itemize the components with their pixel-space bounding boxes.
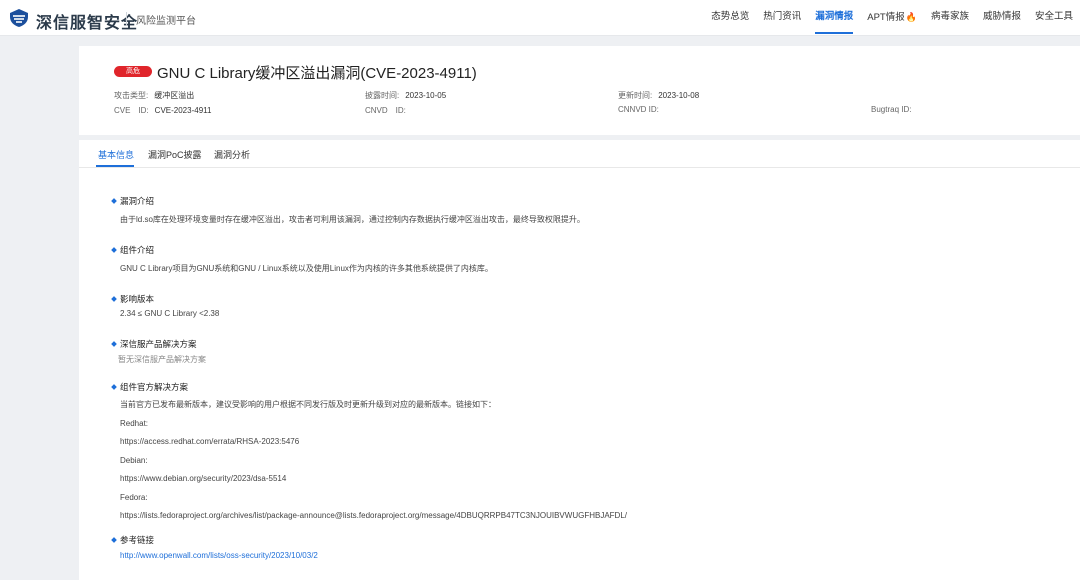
meta-attack-type: 攻击类型: 缓冲区溢出 [114,90,194,101]
nav-label: 态势总览 [711,11,750,22]
bullet-diamond-icon [111,537,117,543]
meta-label: 攻击类型: [114,91,149,100]
section-title: 深信服产品解决方案 [111,338,206,350]
section-body: GNU C Library项目为GNU系统和GNU / Linux系统以及使用L… [120,264,493,273]
solution-text: 当前官方已发布最新版本，建议受影响的用户根据不同发行版及时更新升级到对应的最新版… [120,400,496,409]
meta-cnnvd-id: CNNVD ID: [618,105,665,114]
section-title: 影响版本 [111,293,219,305]
meta-bugtraq-id: Bugtraq ID: [871,105,917,114]
section-body: 暂无深信服产品解决方案 [118,355,206,364]
section-sangfor-solution: 深信服产品解决方案 暂无深信服产品解决方案 [111,338,206,365]
section-body: 由于ld.so库在处理环境变量时存在缓冲区溢出，攻击者可利用该漏洞，通过控制内存… [120,215,585,224]
tab-vuln-analysis[interactable]: 漏洞分析 [214,148,250,161]
distro-label: Fedora: [120,492,148,502]
distro-label: Redhat: [120,418,149,428]
section-title: 组件官方解决方案 [111,381,627,393]
nav-label: 威胁情报 [982,11,1021,22]
detail-tabs: 基本信息 漏洞PoC披露 漏洞分析 [79,140,1080,168]
meta-value: 2023-10-05 [405,91,447,100]
top-navigation-bar: 深信服智安全 风险监测平台 态势总览 热门资讯 漏洞情报 APT情报🔥 病毒家族… [0,0,1080,36]
section-official-solution: 组件官方解决方案 当前官方已发布最新版本，建议受影响的用户根据不同发行版及时更新… [111,381,627,526]
meta-cve-id: CVE ID: CVE-2023-4911 [114,105,211,116]
tab-poc-disclosure[interactable]: 漏洞PoC披露 [148,148,202,161]
section-body: 2.34 ≤ GNU C Library <2.38 [120,309,220,318]
official-solution-lines: 当前官方已发布最新版本，建议受影响的用户根据不同发行版及时更新升级到对应的最新版… [112,396,627,526]
section-title-text: 组件官方解决方案 [120,382,189,392]
meta-label: CVE ID: [114,106,149,115]
meta-label: Bugtraq ID: [871,105,912,114]
meta-label: 更新时间: [618,91,653,100]
section-vuln-intro: 漏洞介绍 由于ld.so库在处理环境变量时存在缓冲区溢出，攻击者可利用该漏洞，通… [111,195,585,225]
nav-label: APT情报 [867,12,905,23]
section-title-text: 深信服产品解决方案 [120,339,197,349]
meta-value: 缓冲区溢出 [154,91,195,100]
section-title: 参考链接 [111,534,318,546]
platform-name: 风险监测平台 [136,16,196,27]
meta-disclosed: 披露时间: 2023-10-05 [365,90,446,101]
nav-item-vuln-intel[interactable]: 漏洞情报 [808,0,860,36]
section-component-intro: 组件介绍 GNU C Library项目为GNU系统和GNU / Linux系统… [111,244,493,274]
nav-item-hot-news[interactable]: 热门资讯 [756,0,808,36]
advisory-link[interactable]: https://www.debian.org/security/2023/dsa… [112,470,627,489]
nav-item-virus-family[interactable]: 病毒家族 [924,0,976,36]
section-title: 组件介绍 [111,244,493,256]
nav-label: 安全工具 [1034,11,1073,22]
nav-label: 病毒家族 [930,11,969,22]
meta-cnvd-id: CNVD ID: [365,105,412,116]
nav-item-security-tools[interactable]: 安全工具 [1028,0,1080,36]
section-references: 参考链接 http://www.openwall.com/lists/oss-s… [111,534,318,560]
distro-label: Debian: [120,455,148,465]
nav-item-apt-intel[interactable]: APT情报🔥 [860,0,924,36]
section-title-text: 漏洞介绍 [120,196,155,206]
section-title-text: 组件介绍 [120,245,155,255]
advisory-link[interactable]: https://access.redhat.com/errata/RHSA-20… [112,433,627,452]
meta-label: CNVD ID: [365,106,406,115]
reference-link[interactable]: http://www.openwall.com/lists/oss-securi… [112,551,318,560]
meta-value: 2023-10-08 [658,91,700,100]
nav-item-threat-intel[interactable]: 威胁情报 [976,0,1028,36]
section-title-text: 影响版本 [120,294,155,304]
brand-divider [126,12,127,26]
nav-item-overview[interactable]: 态势总览 [704,0,756,36]
shield-logo-icon[interactable] [8,8,30,28]
meta-value: CVE-2023-4911 [154,106,212,115]
fire-icon: 🔥 [905,12,917,22]
section-title-text: 参考链接 [120,535,155,545]
section-title: 漏洞介绍 [111,195,585,207]
severity-badge: 高危 [114,66,152,77]
vuln-detail-panel: 基本信息 漏洞PoC披露 漏洞分析 漏洞介绍 由于ld.so库在处理环境变量时存… [79,140,1080,580]
bullet-diamond-icon [111,341,117,347]
main-nav: 态势总览 热门资讯 漏洞情报 APT情报🔥 病毒家族 威胁情报 安全工具 [704,0,1080,36]
tab-basic-info[interactable]: 基本信息 [98,148,134,161]
active-tab-indicator [96,165,134,167]
meta-updated: 更新时间: 2023-10-08 [618,90,699,101]
bullet-diamond-icon [111,296,117,302]
meta-label: CNNVD ID: [618,105,659,114]
vuln-title: GNU C Library缓冲区溢出漏洞(CVE-2023-4911) [157,65,477,82]
nav-label: 热门资讯 [763,11,802,22]
bullet-diamond-icon [111,247,117,253]
bullet-diamond-icon [111,198,117,204]
brand-name[interactable]: 深信服智安全 [36,9,138,33]
advisory-link[interactable]: https://lists.fedoraproject.org/archives… [112,507,627,526]
nav-label: 漏洞情报 [815,11,854,22]
vuln-header-card: 高危 GNU C Library缓冲区溢出漏洞(CVE-2023-4911) 攻… [79,46,1080,135]
bullet-diamond-icon [111,384,117,390]
meta-label: 披露时间: [365,91,400,100]
section-affected-versions: 影响版本 2.34 ≤ GNU C Library <2.38 [111,293,220,318]
